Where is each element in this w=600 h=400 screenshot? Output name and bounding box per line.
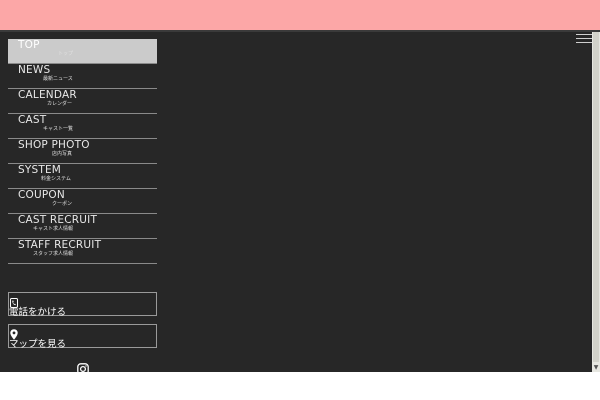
- nav-item-sublabel: クーポン: [52, 201, 73, 207]
- scrollbar[interactable]: ▼: [592, 32, 600, 372]
- call-phone-label: 電話をかける: [9, 307, 67, 318]
- nav-item-sublabel: 料金システム: [41, 176, 71, 182]
- nav-item-news[interactable]: NEWS 最新ニュース: [8, 64, 157, 89]
- nav-item-cast-recruit[interactable]: CAST RECRUIT キャスト求人情報: [8, 214, 157, 239]
- side-navigation: TOP トップ NEWS 最新ニュース CALENDAR カレンダー CAST …: [8, 39, 157, 264]
- nav-item-sublabel: キャスト一覧: [43, 126, 74, 132]
- nav-item-cast[interactable]: CAST キャスト一覧: [8, 114, 157, 139]
- instagram-icon[interactable]: [77, 360, 89, 375]
- nav-item-system[interactable]: SYSTEM 料金システム: [8, 164, 157, 189]
- nav-item-calendar[interactable]: CALENDAR カレンダー: [8, 89, 157, 114]
- nav-item-coupon[interactable]: COUPON クーポン: [8, 189, 157, 214]
- nav-item-sublabel: トップ: [58, 51, 74, 57]
- nav-item-sublabel: キャスト求人情報: [33, 226, 74, 232]
- nav-item-sublabel: スタッフ求人情報: [33, 251, 74, 257]
- nav-item-sublabel: 最新ニュース: [43, 76, 73, 82]
- nav-item-shop-photo[interactable]: SHOP PHOTO 店内写真: [8, 139, 157, 164]
- top-header-bar: [0, 0, 600, 30]
- scroll-down-arrow-icon[interactable]: ▼: [592, 364, 600, 372]
- view-map-button[interactable]: マップを見る: [8, 324, 157, 350]
- nav-item-label: TOP: [18, 39, 40, 51]
- nav-item-sublabel: 店内写真: [52, 151, 73, 157]
- scrollbar-thumb[interactable]: [593, 32, 599, 362]
- hamburger-menu-icon[interactable]: [576, 34, 592, 44]
- view-map-label: マップを見る: [9, 339, 67, 350]
- nav-item-sublabel: カレンダー: [47, 101, 73, 107]
- nav-item-staff-recruit[interactable]: STAFF RECRUIT スタッフ求人情報: [8, 239, 157, 264]
- call-phone-button[interactable]: 電話をかける: [8, 292, 157, 318]
- nav-item-top[interactable]: TOP トップ: [8, 39, 157, 64]
